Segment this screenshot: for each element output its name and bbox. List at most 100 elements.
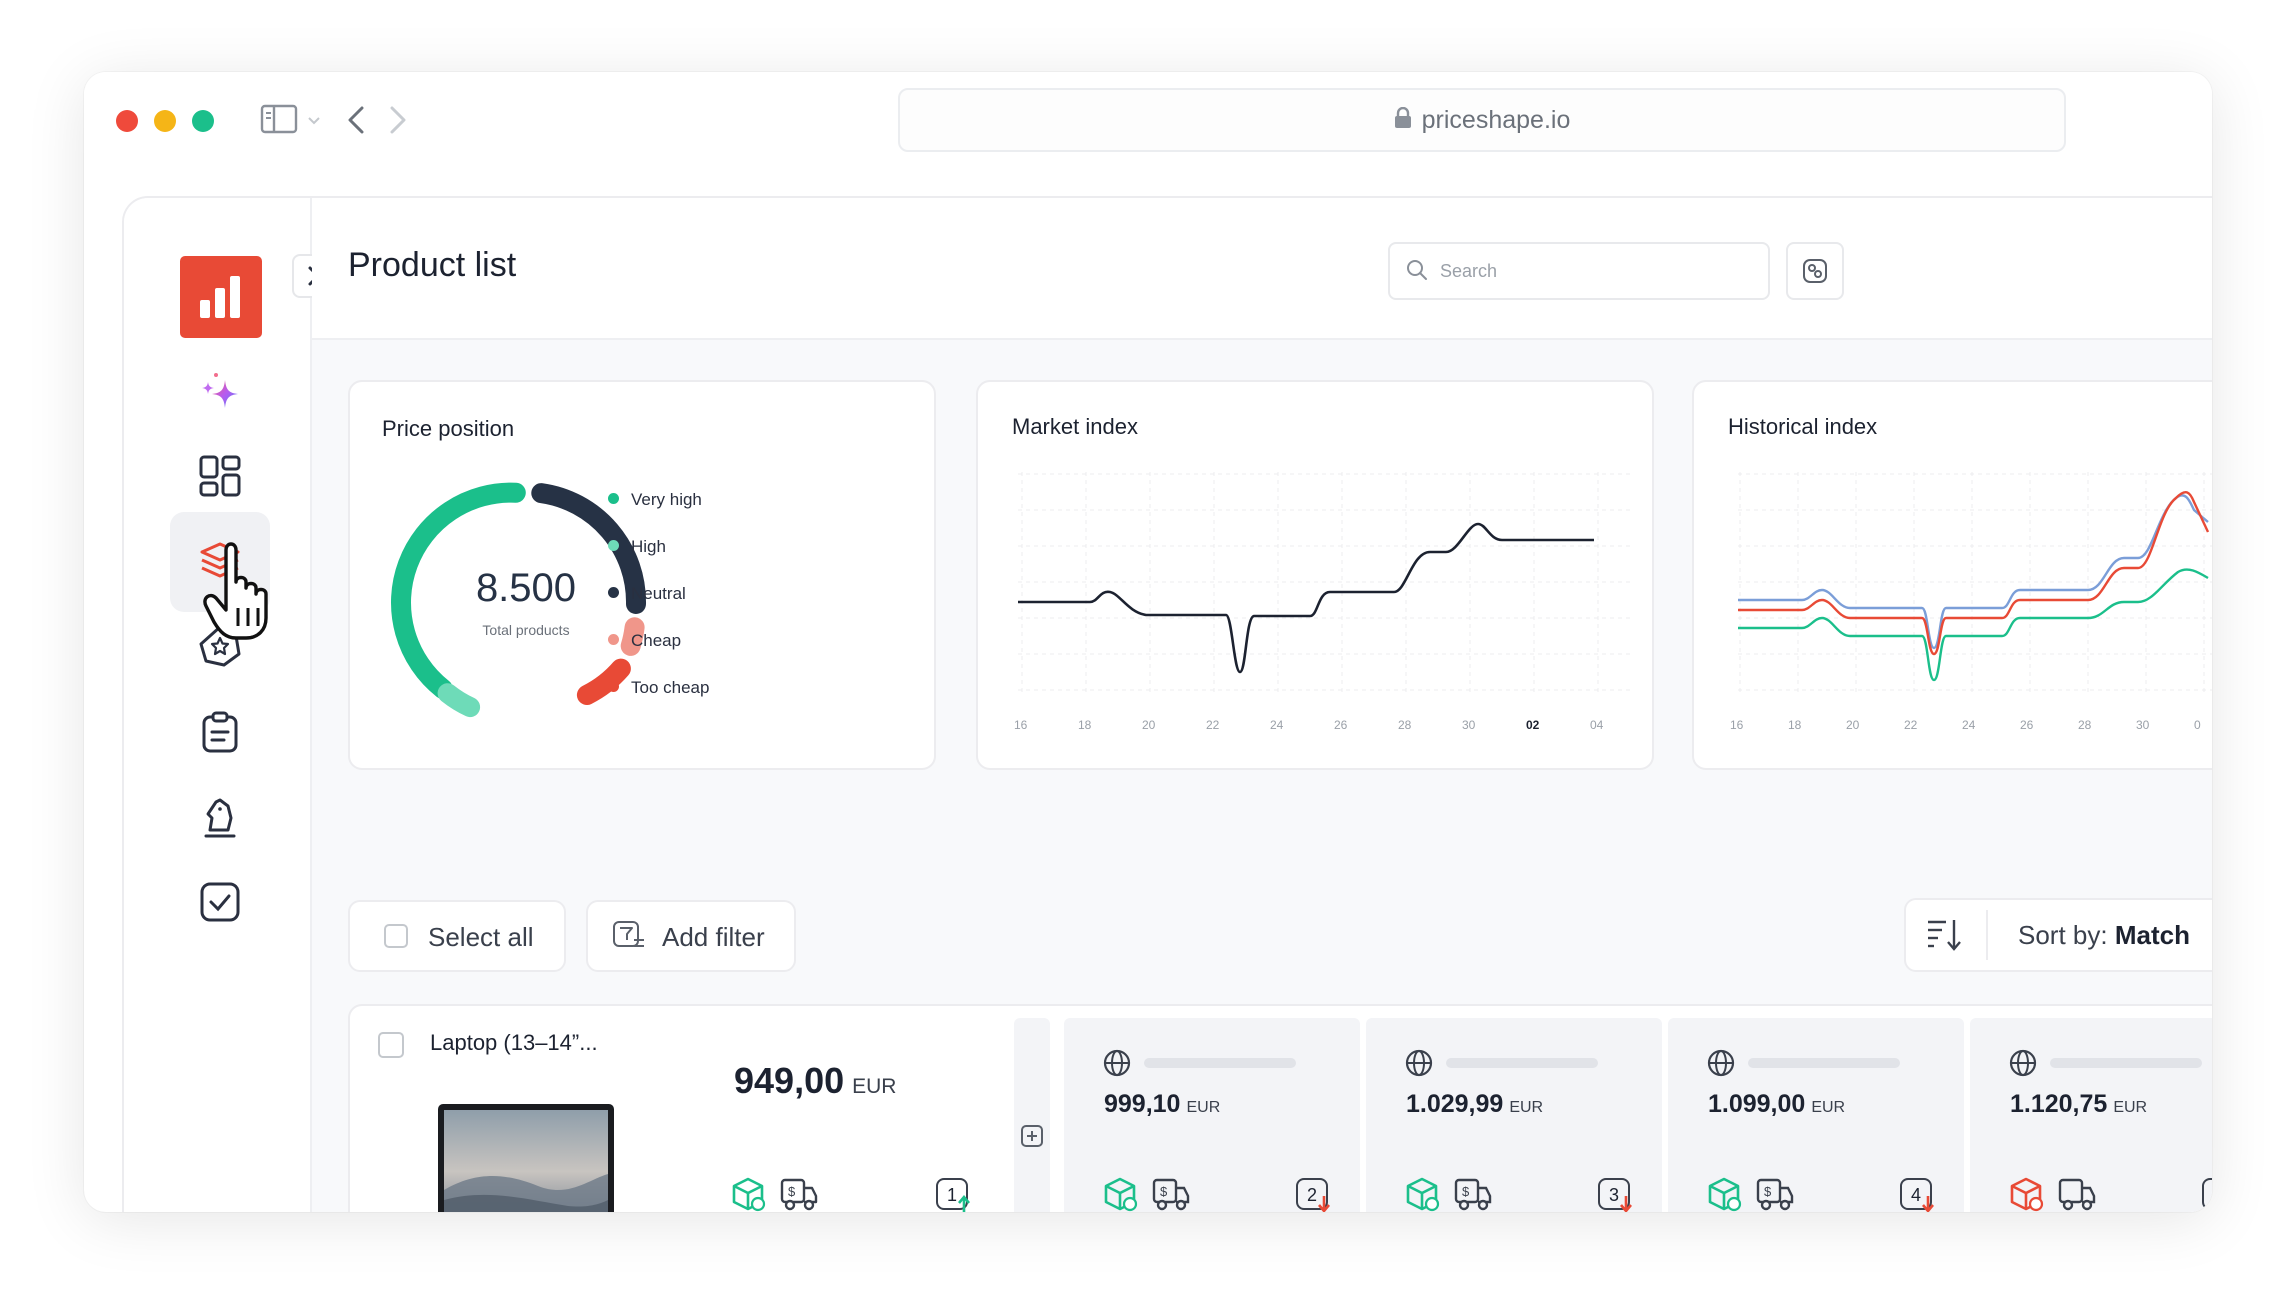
globe-icon — [1707, 1049, 1735, 1077]
filter-settings-button[interactable] — [1786, 242, 1844, 300]
globe-icon — [2009, 1049, 2037, 1077]
add-filter-button[interactable]: Add filter — [586, 900, 796, 972]
rank-up-arrow-icon — [958, 1194, 970, 1212]
sort-prefix: Sort by: — [2018, 920, 2108, 950]
sort-divider — [1986, 910, 1988, 960]
checkbox-icon — [200, 882, 240, 922]
chess-knight-icon — [204, 798, 236, 838]
own-price-currency: EUR — [852, 1075, 897, 1098]
x-tick-label: 0 — [2194, 718, 2201, 732]
competitor-price: 999,10 EUR — [1104, 1090, 1220, 1119]
legend-label: High — [631, 537, 666, 556]
page-title: Product list — [348, 246, 517, 284]
sparkle-icon — [202, 373, 238, 408]
x-tick-label: 26 — [1334, 718, 1348, 732]
legend-dot — [608, 540, 619, 552]
add-competitor-column[interactable] — [1014, 1018, 1050, 1212]
own-price-box[interactable]: 949,00 EUR $ 1 — [700, 1018, 996, 1212]
x-tick-label: 16 — [1014, 718, 1028, 732]
x-tick-label: 02 — [1526, 718, 1540, 732]
add-filter-icon — [613, 921, 644, 947]
x-tick-label: 20 — [1846, 718, 1860, 732]
x-tick-label: 18 — [1788, 718, 1802, 732]
competitor-price: 1.029,99 EUR — [1406, 1090, 1543, 1119]
legend-label: Cheap — [631, 631, 682, 650]
select-all-checkbox[interactable] — [384, 924, 408, 948]
competitor-offer[interactable]: 999,10 EUR $ 2 — [1064, 1018, 1360, 1212]
competitor-price-value: 999,10 — [1104, 1090, 1181, 1118]
globe-icon — [1405, 1049, 1433, 1077]
historical-line-own — [1738, 491, 2210, 656]
address-bar[interactable]: priceshape.io — [898, 88, 2066, 152]
sidebar-item-tasks[interactable] — [170, 852, 270, 952]
x-tick-label: 30 — [2136, 718, 2150, 732]
historical-index-chart — [1738, 472, 2212, 692]
competitor-offer[interactable]: 1.120,75 EUR 5 — [1970, 1018, 2212, 1212]
sidebar-item-reports[interactable] — [170, 682, 270, 782]
historical-index-title: Historical index — [1728, 414, 1878, 439]
rank-badge: 5 — [2202, 1178, 2212, 1210]
shipping-cost-truck-icon: $ — [1756, 1178, 1794, 1211]
product-checkbox[interactable] — [378, 1032, 404, 1058]
out-of-stock-box-icon — [2010, 1177, 2044, 1212]
chart-gridlines — [1738, 472, 2212, 692]
browser-window: priceshape.io Product list Search Price … — [84, 72, 2212, 1212]
svg-text:$: $ — [1462, 1184, 1470, 1199]
window-minimize-button[interactable] — [154, 110, 176, 132]
chevron-down-icon[interactable] — [306, 112, 322, 128]
competitor-price-value: 1.120,75 — [2010, 1090, 2108, 1118]
competitor-price: 1.099,00 EUR — [1708, 1090, 1845, 1119]
shipping-cost-truck-icon: $ — [780, 1178, 818, 1211]
competitor-name-placeholder — [1446, 1058, 1598, 1068]
select-all-button[interactable]: Select all — [348, 900, 566, 972]
competitor-offer[interactable]: 1.099,00 EUR $ 4 — [1668, 1018, 1964, 1212]
browser-titlebar: priceshape.io — [84, 72, 2212, 172]
competitor-price-currency: EUR — [2113, 1099, 2148, 1116]
window-zoom-button[interactable] — [192, 110, 214, 132]
window-close-button[interactable] — [116, 110, 138, 132]
search-icon — [1407, 260, 1427, 280]
x-tick-label: 24 — [1962, 718, 1976, 732]
delivery-truck-icon — [2058, 1178, 2096, 1211]
competitor-price-value: 1.099,00 — [1708, 1090, 1806, 1118]
bar-chart-logo-icon — [200, 276, 240, 318]
forward-arrow-icon[interactable] — [386, 104, 410, 136]
rank-down-arrow-icon — [1318, 1196, 1330, 1212]
rank-down-arrow-icon — [1922, 1196, 1934, 1212]
legend-dot — [608, 493, 619, 505]
legend-dot — [608, 681, 619, 693]
competitor-offer[interactable]: 1.029,99 EUR $ 3 — [1366, 1018, 1662, 1212]
sort-dropdown[interactable]: Sort by: Match — [1904, 898, 2212, 972]
shipping-cost-truck-icon: $ — [1152, 1178, 1190, 1211]
legend-neutral: Neutral — [608, 584, 686, 604]
sidebar-item-dashboard[interactable] — [170, 426, 270, 526]
back-arrow-icon[interactable] — [344, 104, 368, 136]
market-index-chart — [1018, 472, 1630, 692]
legend-dot — [608, 587, 619, 599]
x-tick-label: 28 — [2078, 718, 2092, 732]
legend-label: Neutral — [631, 584, 686, 603]
in-stock-box-icon — [1406, 1177, 1440, 1212]
x-tick-label: 28 — [1398, 718, 1412, 732]
search-input[interactable]: Search — [1388, 242, 1770, 300]
rank-down-arrow-icon — [1620, 1196, 1632, 1212]
competitor-name-placeholder — [1144, 1058, 1296, 1068]
app-logo[interactable] — [180, 256, 262, 338]
settings-sliders-icon — [1803, 259, 1827, 283]
competitor-name-placeholder — [2050, 1058, 2202, 1068]
sidebar-toggle-icon[interactable] — [260, 102, 300, 138]
product-row[interactable]: Laptop (13–14”... 949,00 EUR $ 1 999,10 … — [348, 1004, 2212, 1212]
app-frame: Product list Search Price position 8.500… — [122, 196, 2212, 1212]
legend-very-high: Very high — [608, 490, 702, 510]
x-tick-label: 20 — [1142, 718, 1156, 732]
historical-index-card: Historical index 16 18 20 22 24 26 28 30… — [1692, 380, 2212, 770]
laptop-product-image — [438, 1104, 614, 1212]
url-text-wrap: priceshape.io — [900, 90, 2064, 150]
legend-too-cheap: Too cheap — [608, 678, 709, 698]
historical-line-competitor — [1738, 568, 2209, 682]
sort-label: Sort by: Match — [2018, 920, 2190, 951]
x-tick-label: 26 — [2020, 718, 2034, 732]
product-name: Laptop (13–14”... — [430, 1030, 598, 1055]
x-tick-label: 22 — [1206, 718, 1220, 732]
price-position-title: Price position — [382, 416, 515, 441]
